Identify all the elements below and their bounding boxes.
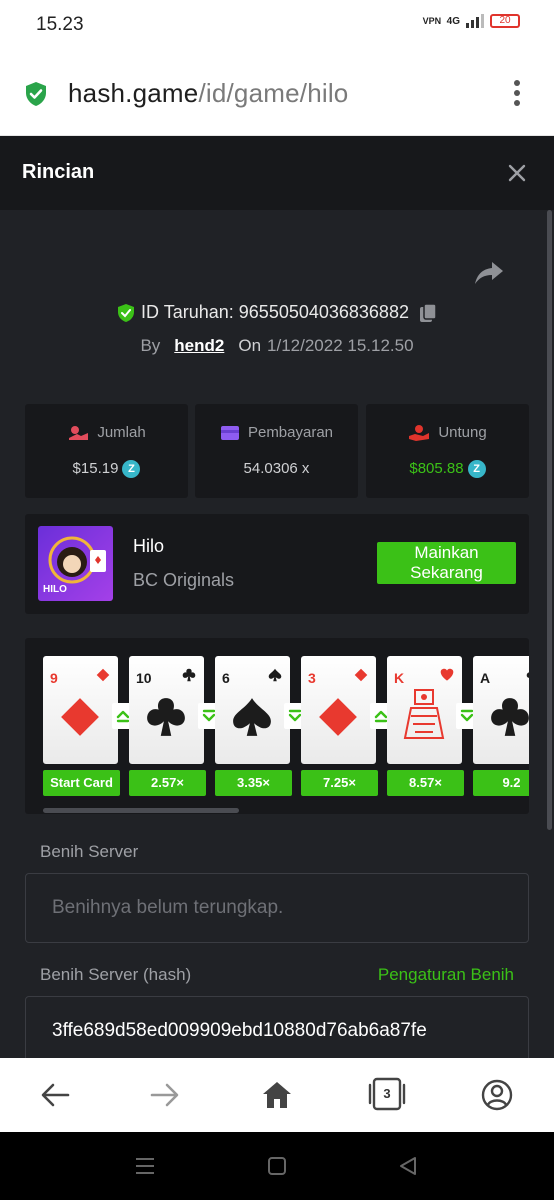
play-now-button[interactable]: Mainkan Sekarang (377, 542, 516, 584)
stat-payout: Pembayaran 54.0306 x (195, 404, 358, 498)
playing-card: K (387, 656, 462, 764)
card-rank: 3 (308, 670, 316, 686)
heart-icon (440, 668, 454, 681)
stat-payout-value: 54.0306 x (243, 460, 310, 477)
server-seed-hash-field[interactable]: 3ffe689d58ed009909ebd10880d76ab6a87fe (25, 996, 529, 1058)
profit-hand-icon (409, 425, 430, 442)
browser-bottom-nav (0, 1058, 554, 1132)
hilo-cards-panel: 9 Start Card 10 2.57× 6 3.35× 3 7.25× K 8.57× A 9.2 (25, 638, 529, 814)
playing-card: A (473, 656, 529, 764)
card-rank: 10 (136, 670, 152, 686)
browser-menu-icon[interactable] (510, 80, 524, 108)
user-link[interactable]: hend2 (174, 336, 224, 355)
bet-date: 1/12/2022 15.12.50 (267, 336, 414, 355)
playing-card: 6 (215, 656, 290, 764)
bet-id-row: ID Taruhan: 96550504036836882 (0, 302, 554, 323)
back-button-icon[interactable] (398, 1156, 418, 1176)
stat-profit-value: $805.88 (409, 460, 464, 477)
game-card: HILO Hilo BC Originals Mainkan Sekarang (25, 514, 529, 614)
account-icon[interactable] (480, 1078, 514, 1112)
bet-details: ID Taruhan: 96550504036836882 By hend2 On 1… (0, 210, 554, 1058)
home-icon[interactable] (260, 1078, 294, 1112)
recent-apps-icon[interactable] (134, 1156, 156, 1176)
modal-header: Rincian (0, 136, 554, 210)
stat-amount-label: Jumlah (97, 424, 146, 441)
arrow-right-icon[interactable] (148, 1078, 182, 1112)
playing-card: 10 (129, 656, 204, 764)
server-seed-field[interactable]: Benihnya belum terungkap. (25, 873, 529, 943)
card-multiplier: 3.35× (215, 770, 292, 796)
by-label: By (140, 336, 161, 355)
url-path: /id/game/hilo (198, 78, 349, 108)
club-icon (526, 672, 529, 678)
club-large-icon (491, 698, 529, 736)
thumb-label: HILO (43, 584, 67, 595)
seed-settings-link[interactable]: Pengaturan Benih (378, 965, 514, 985)
card-multiplier: 8.57× (387, 770, 464, 796)
diamond-icon (354, 668, 368, 682)
card-multiplier: 2.57× (129, 770, 206, 796)
status-time: 15.23 (36, 14, 84, 35)
coin-icon: Z (122, 460, 141, 479)
club-icon (182, 668, 196, 682)
bet-id-label: ID Taruhan: (141, 302, 234, 322)
home-button-icon[interactable] (267, 1156, 287, 1176)
bet-id-value: 96550504036836882 (238, 302, 409, 322)
club-large-icon (147, 698, 185, 736)
secure-shield-icon (26, 82, 46, 106)
card-multiplier: 9.2 (473, 770, 529, 796)
copy-icon[interactable] (419, 303, 437, 323)
address-bar[interactable]: hash.game/id/game/hilo (0, 50, 554, 136)
coin-icon: Z (467, 460, 486, 479)
king-figure-icon (403, 689, 445, 739)
stat-amount: Jumlah $15.19 Z (25, 404, 188, 498)
card-rank: 9 (50, 670, 58, 686)
spade-large-icon (233, 698, 271, 736)
spade-icon (268, 668, 282, 682)
signal-icon (466, 14, 484, 28)
server-seed-label: Benih Server (40, 842, 139, 861)
arrow-left-icon[interactable] (38, 1078, 72, 1112)
url-host: hash.game (68, 78, 199, 108)
share-icon[interactable] (474, 260, 504, 286)
stat-payout-label: Pembayaran (247, 424, 334, 441)
tab-count-value: 3 (383, 1086, 391, 1101)
card-rank: A (480, 670, 491, 686)
playing-card: 3 (301, 656, 376, 764)
bet-meta-row: By hend2 On 1/12/2022 15.12.50 (0, 336, 554, 356)
card-multiplier: 7.25× (301, 770, 378, 796)
diamond-icon (96, 668, 110, 682)
card-rank: 6 (222, 670, 230, 686)
server-seed-hash-label: Benih Server (hash) (40, 965, 192, 984)
game-thumbnail[interactable]: HILO (38, 526, 113, 601)
horizontal-scrollbar[interactable] (43, 808, 239, 813)
game-name: Hilo (133, 536, 165, 556)
status-bar: 15.23 VPN 4G 20 (0, 0, 554, 50)
bet-amount-icon (69, 426, 89, 441)
status-icons: VPN 4G 20 (423, 14, 520, 28)
wallet-icon (220, 426, 239, 441)
modal-title: Rincian (22, 161, 95, 183)
vpn-icon: VPN (422, 15, 442, 26)
playing-card: 9 (43, 656, 118, 764)
card-rank: K (394, 670, 405, 686)
close-icon[interactable] (502, 158, 532, 188)
url-text[interactable]: hash.game/id/game/hilo (68, 78, 348, 109)
verified-shield-icon (118, 304, 135, 323)
on-label: On (238, 336, 262, 355)
battery-icon: 20 (490, 14, 520, 28)
diamond-large-icon (61, 698, 99, 736)
tabs-icon[interactable]: 3 (368, 1076, 406, 1112)
diamond-large-icon (319, 698, 357, 736)
network-type: 4G (446, 15, 460, 27)
game-provider: BC Originals (133, 570, 235, 590)
card-multiplier: Start Card (43, 770, 120, 796)
stat-amount-value: $15.19 (72, 460, 119, 477)
system-nav-bar (0, 1132, 554, 1200)
stat-profit: Untung $805.88 Z (366, 404, 529, 498)
stat-profit-label: Untung (438, 424, 487, 441)
